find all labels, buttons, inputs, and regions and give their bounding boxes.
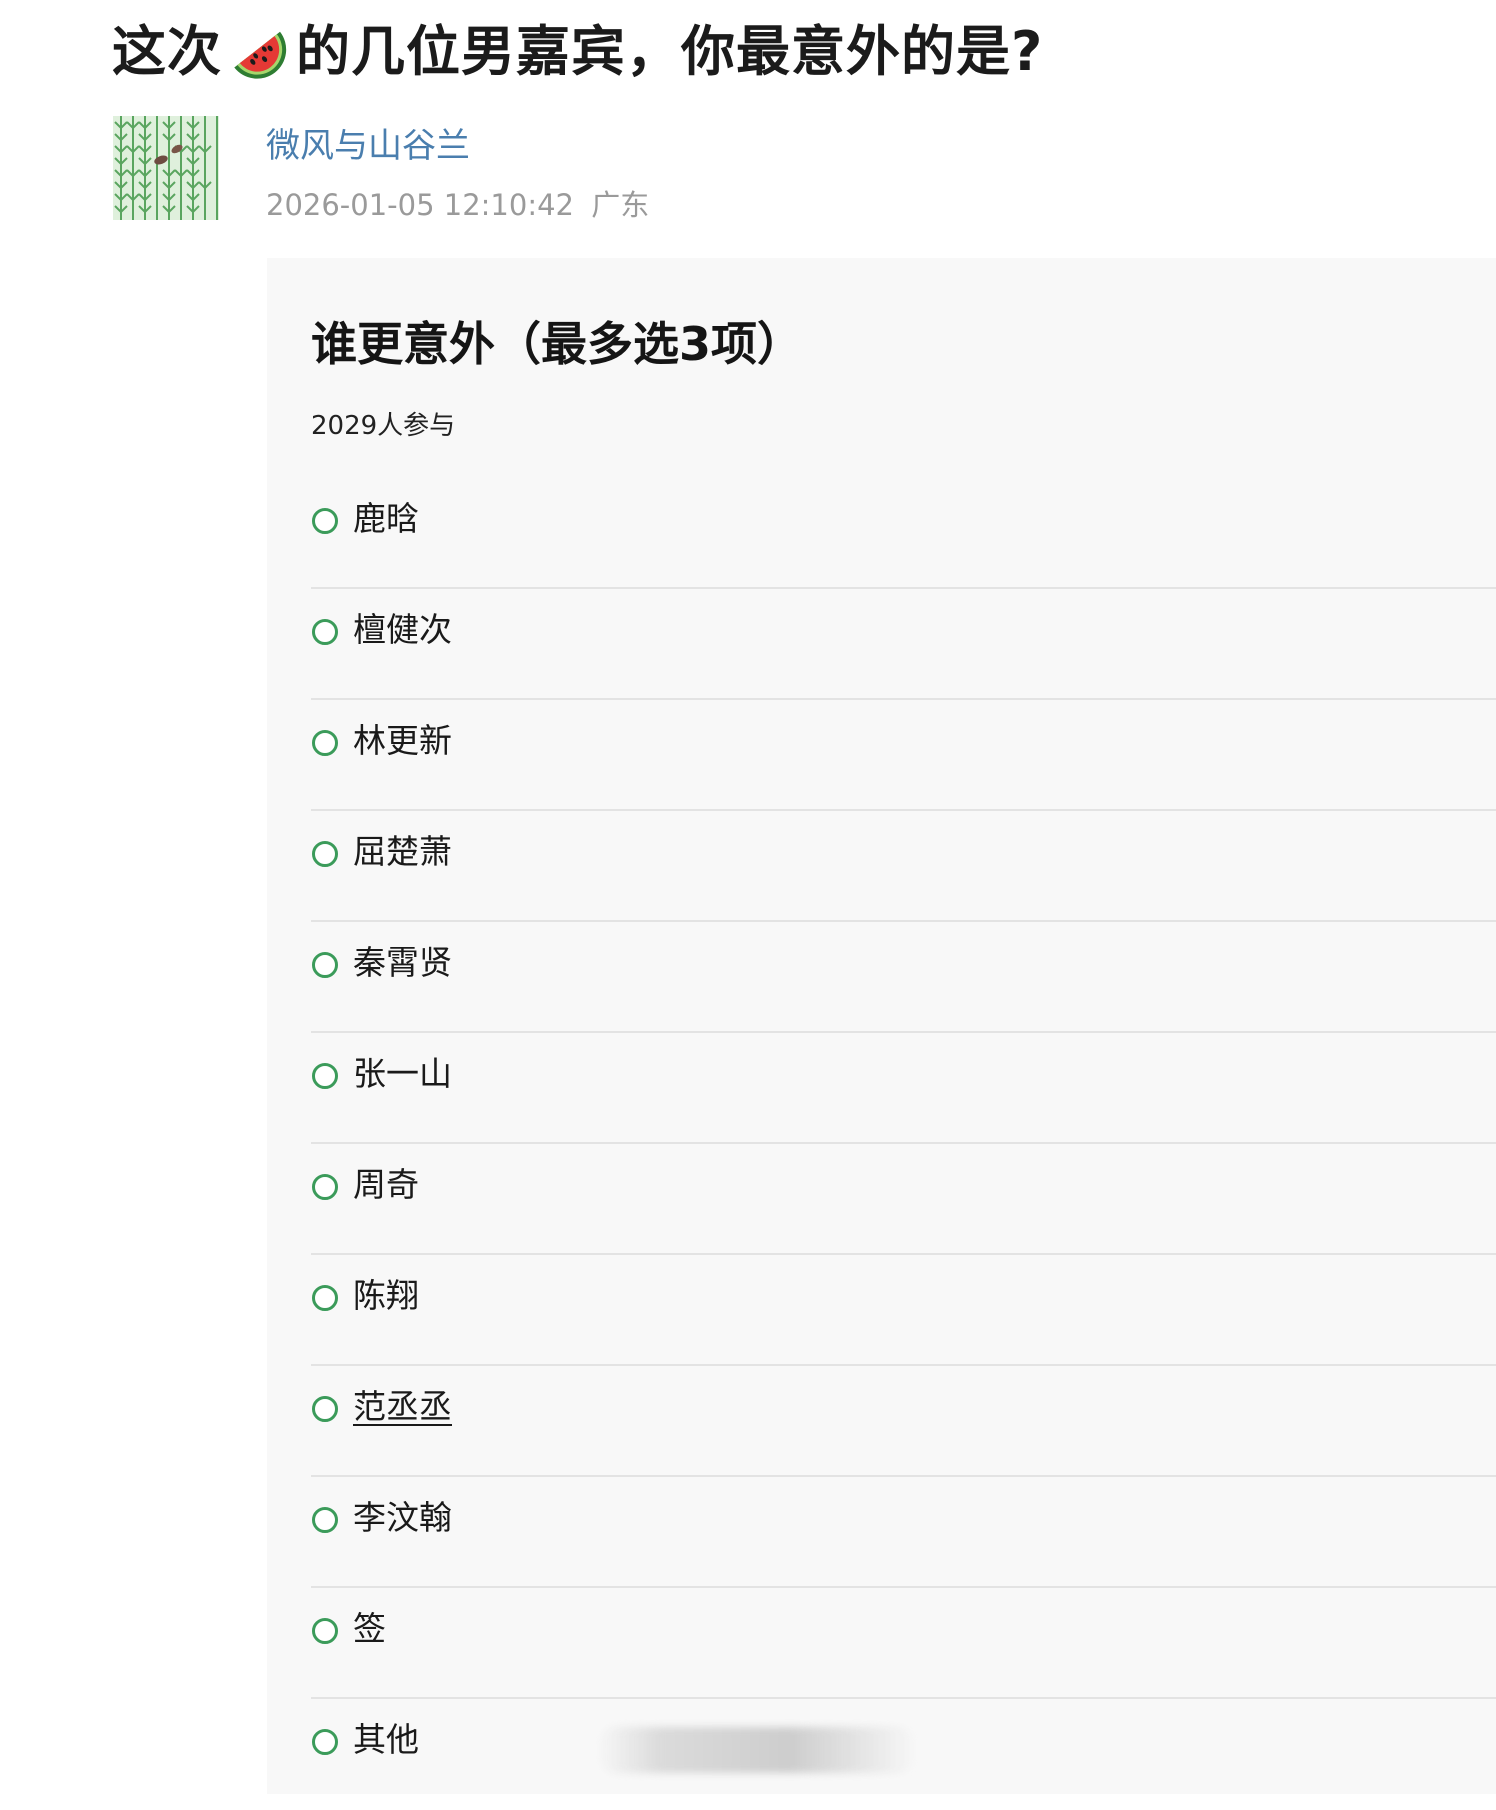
radio-button-icon[interactable] (312, 730, 338, 756)
poll-option-label: 陈翔 (353, 1276, 419, 1315)
post-location: 广东 (591, 188, 650, 222)
poll-option[interactable]: 鹿晗 (311, 478, 1496, 589)
poll-option-label: 檀健次 (353, 610, 452, 649)
radio-button-icon[interactable] (312, 952, 338, 978)
poll-option-label: 张一山 (353, 1054, 452, 1093)
author-name-link[interactable]: 微风与山谷兰 (266, 122, 470, 170)
post-title-text-end: 的几位男嘉宾，你最意外的是? (296, 20, 1044, 83)
watermelon-icon (226, 19, 292, 85)
poll-participant-count: 2029人参与 (311, 411, 456, 441)
poll-option[interactable]: 林更新 (311, 700, 1496, 811)
poll-option-label: 屈楚萧 (353, 832, 452, 871)
poll-option[interactable]: 张一山 (311, 1033, 1496, 1144)
post-meta: 2026-01-05 12:10:42 广东 (266, 184, 657, 226)
radio-button-icon[interactable] (312, 619, 338, 645)
poll-option[interactable]: 檀健次 (311, 589, 1496, 700)
radio-button-icon[interactable] (312, 1507, 338, 1533)
blurred-watermark (597, 1727, 917, 1773)
poll-option-label: 鹿晗 (353, 499, 419, 538)
poll-option[interactable]: 屈楚萧 (311, 811, 1496, 922)
post-title-text-start: 这次 (112, 20, 222, 83)
poll-option[interactable]: 李汶翰 (311, 1477, 1496, 1588)
poll-title: 谁更意外（最多选3项） (311, 317, 804, 371)
radio-button-icon[interactable] (312, 1618, 338, 1644)
poll-card: 谁更意外（最多选3项） 2029人参与 鹿晗 檀健次 林更新 屈楚萧 秦霄贤 张… (267, 258, 1496, 1794)
poll-option-label: 周奇 (353, 1165, 419, 1204)
avatar[interactable] (113, 116, 219, 220)
poll-options-list: 鹿晗 檀健次 林更新 屈楚萧 秦霄贤 张一山 周奇 陈翔 范丞丞 李汶翰 签 其… (311, 478, 1496, 1810)
radio-button-icon[interactable] (312, 1285, 338, 1311)
radio-button-icon[interactable] (312, 1396, 338, 1422)
poll-option-label: 范丞丞 (353, 1387, 452, 1426)
post-timestamp: 2026-01-05 12:10:42 (266, 188, 574, 222)
poll-option-label: 李汶翰 (353, 1498, 452, 1537)
poll-option[interactable]: 陈翔 (311, 1255, 1496, 1366)
poll-option[interactable]: 秦霄贤 (311, 922, 1496, 1033)
post-title: 这次 的几位男嘉宾，你最意外的是? (112, 14, 1043, 90)
radio-button-icon[interactable] (312, 508, 338, 534)
poll-option[interactable]: 签 (311, 1588, 1496, 1699)
poll-option[interactable]: 周奇 (311, 1144, 1496, 1255)
radio-button-icon[interactable] (312, 841, 338, 867)
radio-button-icon[interactable] (312, 1729, 338, 1755)
poll-option-label: 签 (353, 1609, 386, 1648)
poll-option[interactable]: 范丞丞 (311, 1366, 1496, 1477)
poll-option-label: 其他 (353, 1720, 419, 1759)
poll-option-label: 秦霄贤 (353, 943, 452, 982)
radio-button-icon[interactable] (312, 1063, 338, 1089)
radio-button-icon[interactable] (312, 1174, 338, 1200)
poll-option-label: 林更新 (353, 721, 452, 760)
